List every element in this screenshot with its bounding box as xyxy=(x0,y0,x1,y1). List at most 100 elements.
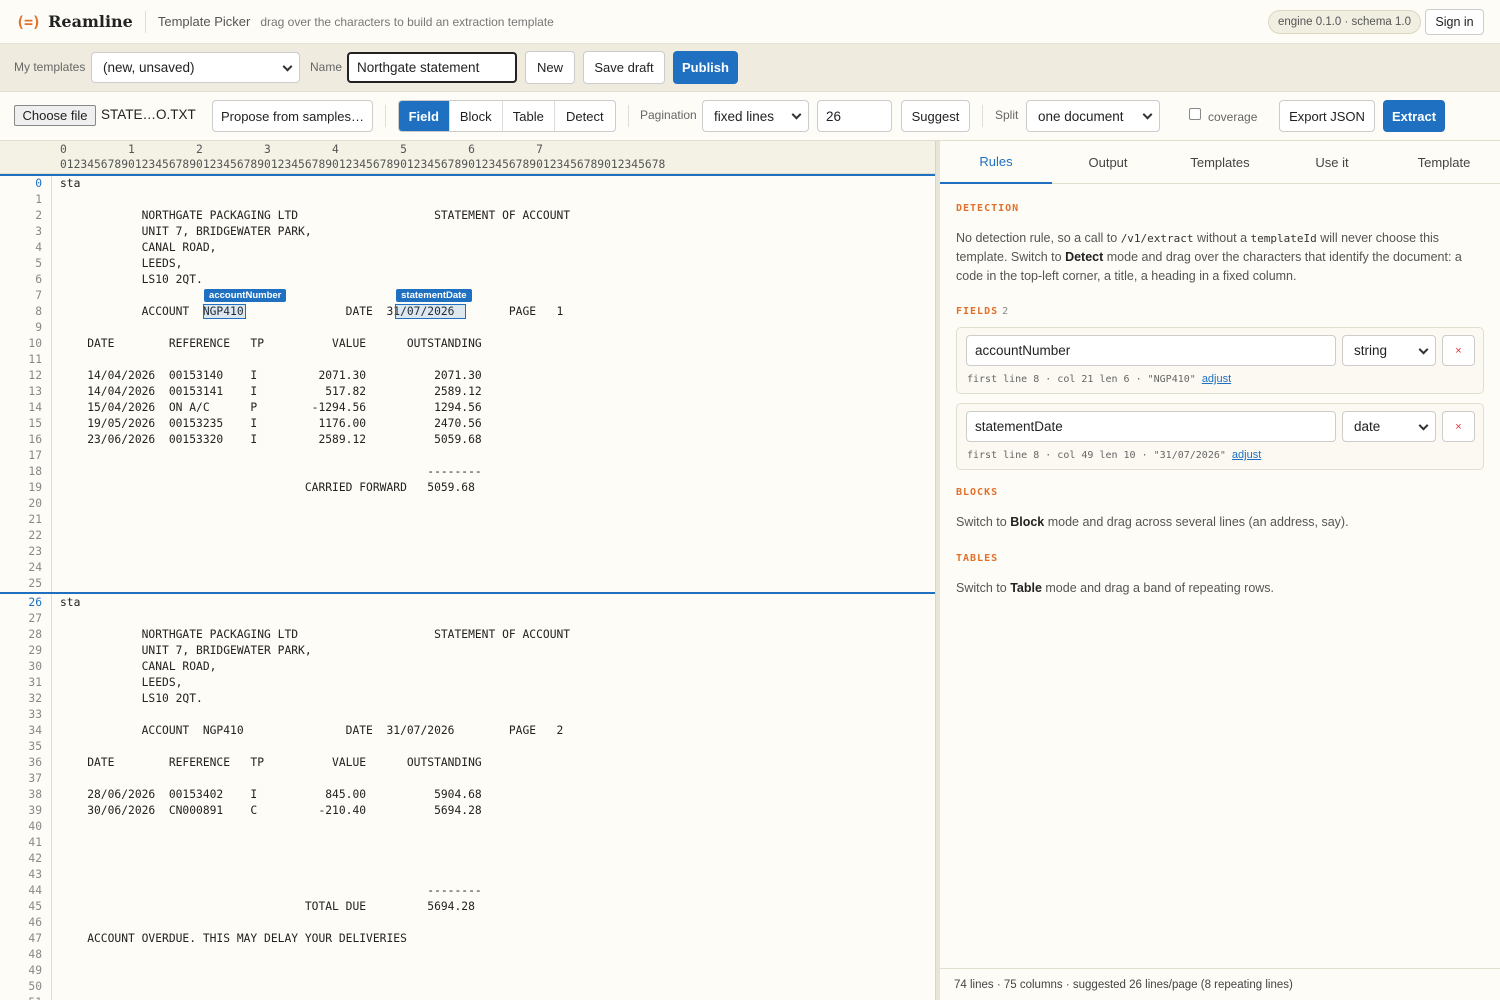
document-line[interactable]: sta xyxy=(60,177,80,190)
publish-button[interactable]: Publish xyxy=(673,51,738,84)
line-number: 40 xyxy=(28,820,42,833)
pagination-select[interactable]: fixed lines xyxy=(702,100,809,132)
field-selection-highlight[interactable] xyxy=(203,304,247,319)
my-templates-value: (new, unsaved) xyxy=(103,60,195,75)
line-number: 0 xyxy=(35,177,42,190)
adjust-link[interactable]: adjust xyxy=(1232,449,1261,461)
line-number: 38 xyxy=(28,788,42,801)
remove-field-button[interactable]: × xyxy=(1442,411,1475,442)
document-line[interactable]: 23/06/2026 00153320 I 2589.12 5059.68 xyxy=(60,433,481,446)
toolbar: Choose file STATE…O.TXT Propose from sam… xyxy=(0,92,1500,141)
document-line[interactable]: DATE REFERENCE TP VALUE OUTSTANDING xyxy=(60,337,481,350)
line-number: 22 xyxy=(28,529,42,542)
logo[interactable]: (=) Reamline xyxy=(16,12,133,31)
tab-output[interactable]: Output xyxy=(1052,141,1164,184)
document-line[interactable]: DATE REFERENCE TP VALUE OUTSTANDING xyxy=(60,756,481,769)
document-line[interactable]: UNIT 7, BRIDGEWATER PARK, xyxy=(60,644,312,657)
line-number: 13 xyxy=(28,385,42,398)
mode-table-button[interactable]: Table xyxy=(502,101,554,131)
templates-bar: My templates (new, unsaved) Name Northga… xyxy=(0,44,1500,92)
rules-panel: Rules Output Templates Use it Template D… xyxy=(940,141,1500,1000)
suggest-button[interactable]: Suggest xyxy=(901,100,970,132)
line-number: 31 xyxy=(28,676,42,689)
line-number: 46 xyxy=(28,916,42,929)
line-number: 18 xyxy=(28,465,42,478)
field-type-select[interactable]: date xyxy=(1342,411,1436,442)
line-number: 49 xyxy=(28,964,42,977)
document-line[interactable]: ACCOUNT NGP410 DATE 31/07/2026 PAGE 2 xyxy=(60,724,564,737)
mode-switch: Field Block Table Detect xyxy=(398,100,616,132)
document-line[interactable]: NORTHGATE PACKAGING LTD STATEMENT OF ACC… xyxy=(60,209,571,222)
line-number: 36 xyxy=(28,756,42,769)
document-line[interactable]: LS10 2QT. xyxy=(60,273,203,286)
line-number: 4 xyxy=(35,241,42,254)
field-meta: first line 8 · col 49 len 10 · "31/07/20… xyxy=(967,449,1262,461)
panel-tabs: Rules Output Templates Use it Template xyxy=(940,141,1500,184)
line-number: 25 xyxy=(28,577,42,590)
my-templates-select[interactable]: (new, unsaved) xyxy=(91,52,300,83)
document-line[interactable]: 30/06/2026 CN000891 C -210.40 5694.28 xyxy=(60,804,481,817)
document-line[interactable]: UNIT 7, BRIDGEWATER PARK, xyxy=(60,225,312,238)
document-line[interactable]: sta xyxy=(60,596,80,609)
field-selection-tag[interactable]: accountNumber xyxy=(204,289,287,302)
adjust-link[interactable]: adjust xyxy=(1202,373,1231,385)
document-line[interactable]: CANAL ROAD, xyxy=(60,241,217,254)
document-line[interactable]: LEEDS, xyxy=(60,257,183,270)
line-number: 50 xyxy=(28,980,42,993)
coverage-checkbox[interactable] xyxy=(1189,108,1201,120)
document-line[interactable]: CANAL ROAD, xyxy=(60,660,217,673)
document-line[interactable]: 28/06/2026 00153402 I 845.00 5904.68 xyxy=(60,788,481,801)
split-value: one document xyxy=(1038,108,1124,124)
line-number: 21 xyxy=(28,513,42,526)
field-name-input[interactable]: statementDate xyxy=(966,411,1336,442)
remove-field-button[interactable]: × xyxy=(1442,335,1475,366)
document-line[interactable]: -------- xyxy=(60,465,481,478)
chevron-down-icon xyxy=(282,61,293,72)
document-line[interactable]: -------- xyxy=(60,884,481,897)
propose-from-samples-button[interactable]: Propose from samples… xyxy=(212,100,373,132)
template-name-input[interactable]: Northgate statement xyxy=(347,52,517,83)
line-number: 42 xyxy=(28,852,42,865)
document-line[interactable]: ACCOUNT NGP410 DATE 31/07/2026 PAGE 1 xyxy=(60,305,564,318)
engine-badge: engine 0.1.0 · schema 1.0 xyxy=(1268,10,1421,34)
export-json-button[interactable]: Export JSON xyxy=(1279,100,1375,132)
field-name-input[interactable]: accountNumber xyxy=(966,335,1336,366)
pagination-lines-input[interactable]: 26 xyxy=(817,100,892,132)
tab-template[interactable]: Template xyxy=(1388,141,1500,184)
document-line[interactable]: 15/04/2026 ON A/C P -1294.56 1294.56 xyxy=(60,401,481,414)
field-selection-tag[interactable]: statementDate xyxy=(396,289,472,302)
document-line[interactable]: LS10 2QT. xyxy=(60,692,203,705)
divider xyxy=(385,105,386,127)
mode-detect-button[interactable]: Detect xyxy=(553,101,615,131)
mode-block-button[interactable]: Block xyxy=(448,101,503,131)
field-type-select[interactable]: string xyxy=(1342,335,1436,366)
new-template-button[interactable]: New xyxy=(525,51,575,84)
mode-field-button[interactable]: Field xyxy=(399,101,449,131)
document-line[interactable]: TOTAL DUE 5694.28 xyxy=(60,900,475,913)
tab-templates[interactable]: Templates xyxy=(1164,141,1276,184)
tab-rules[interactable]: Rules xyxy=(940,141,1052,184)
chevron-down-icon xyxy=(1418,420,1429,431)
document-line[interactable]: 19/05/2026 00153235 I 1176.00 2470.56 xyxy=(60,417,481,430)
field-selection-highlight[interactable] xyxy=(395,304,466,319)
choose-file-button[interactable]: Choose file xyxy=(14,105,96,126)
document-line[interactable]: NORTHGATE PACKAGING LTD STATEMENT OF ACC… xyxy=(60,628,571,641)
line-number: 20 xyxy=(28,497,42,510)
line-number: 11 xyxy=(28,353,42,366)
document-line[interactable]: ACCOUNT OVERDUE. THIS MAY DELAY YOUR DEL… xyxy=(60,932,407,945)
tab-use-it[interactable]: Use it xyxy=(1276,141,1388,184)
file-name: STATE…O.TXT xyxy=(101,107,196,122)
extract-button[interactable]: Extract xyxy=(1383,100,1445,132)
line-number: 28 xyxy=(28,628,42,641)
save-draft-button[interactable]: Save draft xyxy=(583,51,665,84)
line-number: 41 xyxy=(28,836,42,849)
line-number: 7 xyxy=(35,289,42,302)
document-line[interactable]: LEEDS, xyxy=(60,676,183,689)
document-pane[interactable]: 0 1 2 3 4 5 6 7 012345678901234567890123… xyxy=(0,141,935,1000)
document-line[interactable]: CARRIED FORWARD 5059.68 xyxy=(60,481,475,494)
document-line[interactable]: 14/04/2026 00153141 I 517.82 2589.12 xyxy=(60,385,481,398)
document-line[interactable]: 14/04/2026 00153140 I 2071.30 2071.30 xyxy=(60,369,481,382)
sign-in-button[interactable]: Sign in xyxy=(1425,9,1484,35)
line-number: 9 xyxy=(35,321,42,334)
split-select[interactable]: one document xyxy=(1026,100,1160,132)
